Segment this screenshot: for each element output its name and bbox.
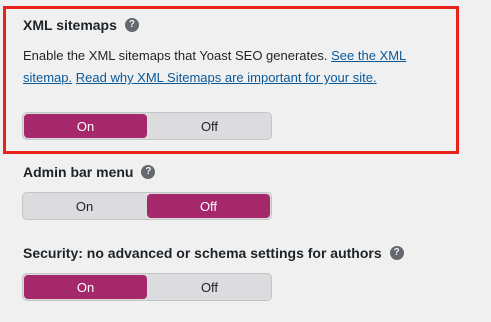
help-icon[interactable]: ? <box>124 18 139 32</box>
admin-bar-menu-title: Admin bar menu <box>23 164 134 180</box>
admin-bar-menu-toggle[interactable]: On Off <box>22 192 272 220</box>
description-text: Enable the XML sitemaps that Yoast SEO g… <box>23 48 332 63</box>
security-off-option[interactable]: Off <box>148 274 271 300</box>
xml-sitemaps-heading: XML sitemaps ? <box>23 17 139 33</box>
admin-bar-menu-off-option[interactable]: Off <box>147 194 270 218</box>
why-xml-sitemaps-link[interactable]: Read why XML Sitemaps are important for … <box>76 70 377 85</box>
help-icon[interactable]: ? <box>141 165 156 179</box>
security-on-option[interactable]: On <box>24 275 147 299</box>
security-title: Security: no advanced or schema settings… <box>23 245 382 261</box>
admin-bar-menu-on-option[interactable]: On <box>23 193 146 219</box>
security-heading: Security: no advanced or schema settings… <box>23 245 404 261</box>
xml-sitemaps-description: Enable the XML sitemaps that Yoast SEO g… <box>23 45 433 89</box>
xml-sitemaps-toggle[interactable]: On Off <box>22 112 272 140</box>
xml-sitemaps-off-option[interactable]: Off <box>148 113 271 139</box>
admin-bar-menu-heading: Admin bar menu ? <box>23 164 156 180</box>
help-icon[interactable]: ? <box>389 246 404 260</box>
xml-sitemaps-title: XML sitemaps <box>23 17 117 33</box>
xml-sitemaps-on-option[interactable]: On <box>24 114 147 138</box>
security-toggle[interactable]: On Off <box>22 273 272 301</box>
